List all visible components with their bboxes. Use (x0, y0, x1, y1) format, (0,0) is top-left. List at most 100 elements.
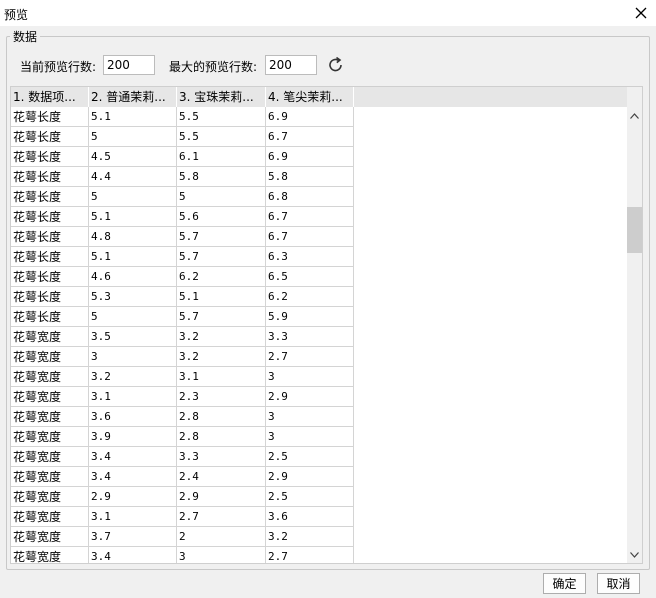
column-header-3[interactable]: 3. 宝珠茉莉... (177, 87, 266, 107)
table-cell: 花萼宽度 (11, 507, 89, 527)
title-bar: 预览 (0, 0, 656, 26)
table-row[interactable]: 花萼长度 4.6 6.2 6.5 (11, 267, 354, 287)
table-cell: 3.1 (177, 367, 266, 387)
table-row[interactable]: 花萼宽度 3.9 2.8 3 (11, 427, 354, 447)
table-row[interactable]: 花萼宽度 2.9 2.9 2.5 (11, 487, 354, 507)
table-cell: 6.2 (266, 287, 354, 307)
table-row[interactable]: 花萼宽度 3.6 2.8 3 (11, 407, 354, 427)
vertical-scrollbar[interactable] (627, 107, 642, 563)
table-cell: 花萼长度 (11, 147, 89, 167)
scroll-thumb[interactable] (627, 207, 642, 253)
table-row[interactable]: 花萼宽度 3.7 2 3.2 (11, 527, 354, 547)
table-cell: 5.5 (177, 107, 266, 127)
table-cell: 花萼长度 (11, 107, 89, 127)
table-cell: 花萼长度 (11, 247, 89, 267)
window-title: 预览 (4, 8, 29, 22)
table-cell: 5.6 (177, 207, 266, 227)
table-row[interactable]: 花萼宽度 3.5 3.2 3.3 (11, 327, 354, 347)
table-cell: 2.7 (266, 347, 354, 367)
table-cell: 3.2 (266, 527, 354, 547)
table-cell: 花萼长度 (11, 227, 89, 247)
table-cell: 3.4 (89, 447, 177, 467)
table-cell: 5.3 (89, 287, 177, 307)
table-cell: 花萼宽度 (11, 527, 89, 547)
table-cell: 3.4 (89, 547, 177, 563)
table-cell: 6.1 (177, 147, 266, 167)
chevron-down-icon (630, 551, 639, 558)
table-cell: 花萼宽度 (11, 407, 89, 427)
table-cell: 5.9 (266, 307, 354, 327)
table-cell: 5.5 (177, 127, 266, 147)
table-row[interactable]: 花萼长度 4.8 5.7 6.7 (11, 227, 354, 247)
table-row[interactable]: 花萼宽度 3.4 3.3 2.5 (11, 447, 354, 467)
column-header-2[interactable]: 2. 普通茉莉... (89, 87, 177, 107)
table-cell: 4.8 (89, 227, 177, 247)
table-row[interactable]: 花萼长度 4.5 6.1 6.9 (11, 147, 354, 167)
table-cell: 3 (177, 547, 266, 563)
table-row[interactable]: 花萼长度 4.4 5.8 5.8 (11, 167, 354, 187)
table-row[interactable]: 花萼长度 5 5 6.8 (11, 187, 354, 207)
max-rows-label: 最大的预览行数: (169, 60, 258, 74)
group-label: 数据 (10, 28, 41, 45)
refresh-button[interactable] (326, 55, 346, 75)
ok-button[interactable]: 确定 (543, 573, 586, 594)
table-cell: 花萼宽度 (11, 547, 89, 563)
table-cell: 3 (266, 367, 354, 387)
table-cell: 6.2 (177, 267, 266, 287)
table-cell: 5.1 (89, 247, 177, 267)
table-row[interactable]: 花萼宽度 3.4 2.4 2.9 (11, 467, 354, 487)
table-cell: 2.9 (177, 487, 266, 507)
preview-table[interactable]: 1. 数据项... 2. 普通茉莉... 3. 宝珠茉莉... 4. 笔尖茉莉.… (10, 86, 643, 564)
table-cell: 3.3 (266, 327, 354, 347)
table-cell: 花萼宽度 (11, 327, 89, 347)
cancel-button[interactable]: 取消 (597, 573, 640, 594)
table-cell: 3.2 (177, 347, 266, 367)
table-row[interactable]: 花萼宽度 3 3.2 2.7 (11, 347, 354, 367)
table-cell: 2.9 (266, 467, 354, 487)
current-rows-input[interactable] (103, 55, 155, 75)
table-row[interactable]: 花萼长度 5.1 5.6 6.7 (11, 207, 354, 227)
table-cell: 花萼长度 (11, 207, 89, 227)
table-row[interactable]: 花萼宽度 3.2 3.1 3 (11, 367, 354, 387)
table-row[interactable]: 花萼宽度 3.4 3 2.7 (11, 547, 354, 563)
scroll-up-button[interactable] (627, 107, 642, 124)
table-row[interactable]: 花萼长度 5 5.7 5.9 (11, 307, 354, 327)
table-cell: 花萼宽度 (11, 427, 89, 447)
table-cell: 3.1 (89, 387, 177, 407)
table-row[interactable]: 花萼长度 5 5.5 6.7 (11, 127, 354, 147)
table-cell: 6.5 (266, 267, 354, 287)
table-row[interactable]: 花萼长度 5.3 5.1 6.2 (11, 287, 354, 307)
table-row[interactable]: 花萼宽度 3.1 2.7 3.6 (11, 507, 354, 527)
table-cell: 5.7 (177, 227, 266, 247)
table-cell: 花萼宽度 (11, 367, 89, 387)
table-cell: 2.8 (177, 427, 266, 447)
table-cell: 5.1 (177, 287, 266, 307)
table-cell: 花萼长度 (11, 307, 89, 327)
table-cell: 3.7 (89, 527, 177, 547)
table-cell: 2.7 (177, 507, 266, 527)
column-header-4[interactable]: 4. 笔尖茉莉... (266, 87, 354, 107)
table-cell: 6.7 (266, 127, 354, 147)
table-cell: 3 (89, 347, 177, 367)
close-button[interactable] (626, 0, 656, 26)
table-cell: 5.7 (177, 247, 266, 267)
table-cell: 5.1 (89, 107, 177, 127)
table-cell: 2 (177, 527, 266, 547)
max-rows-input[interactable] (265, 55, 317, 75)
table-row[interactable]: 花萼长度 5.1 5.7 6.3 (11, 247, 354, 267)
table-row[interactable]: 花萼长度 5.1 5.5 6.9 (11, 107, 354, 127)
chevron-up-icon (630, 112, 639, 119)
table-cell: 6.3 (266, 247, 354, 267)
table-cell: 5.8 (266, 167, 354, 187)
table-cell: 花萼宽度 (11, 387, 89, 407)
header-corner (627, 87, 642, 107)
table-cell: 6.7 (266, 207, 354, 227)
table-cell: 3.5 (89, 327, 177, 347)
close-icon (635, 7, 647, 19)
table-cell: 6.9 (266, 107, 354, 127)
table-cell: 4.4 (89, 167, 177, 187)
table-row[interactable]: 花萼宽度 3.1 2.3 2.9 (11, 387, 354, 407)
table-cell: 花萼长度 (11, 187, 89, 207)
column-header-1[interactable]: 1. 数据项... (11, 87, 89, 107)
scroll-down-button[interactable] (627, 546, 642, 563)
